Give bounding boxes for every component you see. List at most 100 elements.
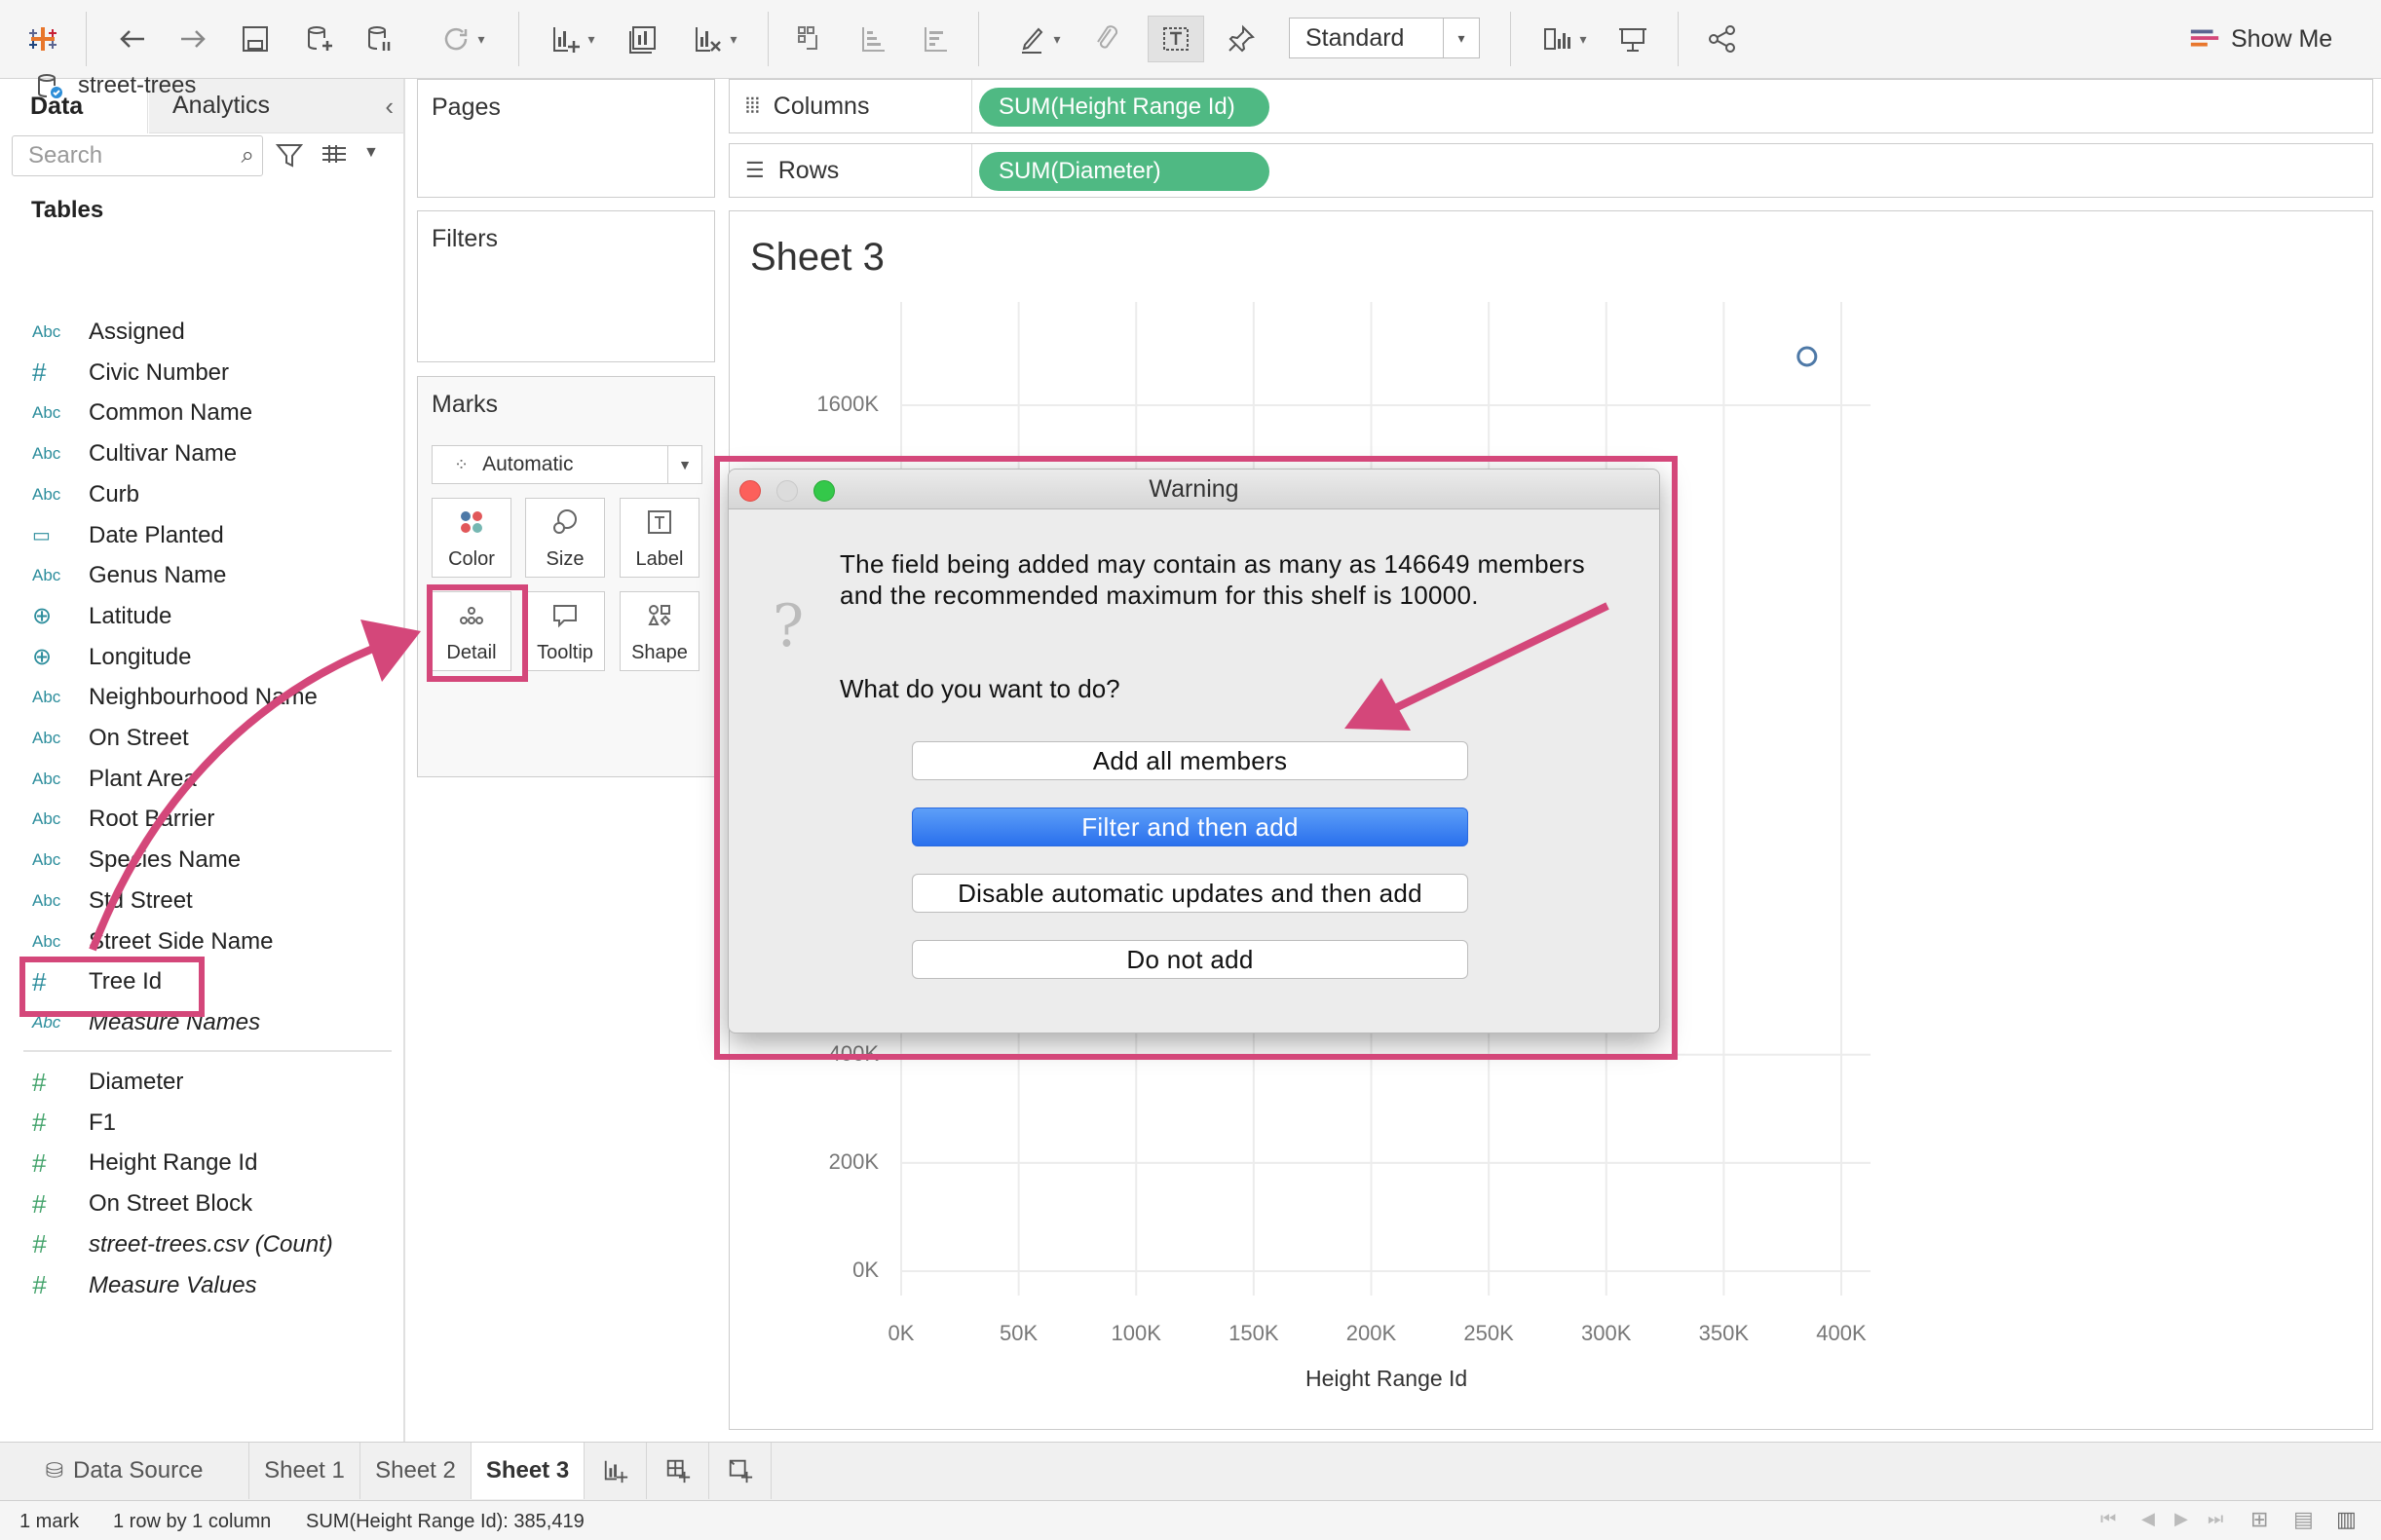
columns-pill[interactable]: SUM(Height Range Id) bbox=[979, 88, 1269, 127]
pause-updates-icon[interactable] bbox=[357, 16, 403, 62]
size-button[interactable]: Size bbox=[525, 498, 605, 578]
field-item[interactable]: Abc Cultivar Name bbox=[0, 433, 403, 474]
filmstrip-view-icon[interactable]: ▤ bbox=[2293, 1507, 2314, 1532]
sheet-title[interactable]: Sheet 3 bbox=[750, 236, 885, 280]
new-worksheet-icon[interactable]: ▾ bbox=[538, 16, 606, 62]
field-item[interactable]: Abc Root Barrier bbox=[0, 799, 403, 840]
field-item[interactable]: Abc Species Name bbox=[0, 840, 403, 881]
field-item[interactable]: # street-trees.csv (Count) bbox=[0, 1224, 403, 1265]
columns-shelf[interactable]: ⦙⦙⦙ Columns SUM(Height Range Id) bbox=[729, 79, 2373, 133]
field-item[interactable]: # On Street Block bbox=[0, 1183, 403, 1224]
share-icon[interactable] bbox=[1699, 16, 1746, 62]
tab-view-icon[interactable]: ▥ bbox=[2336, 1507, 2357, 1532]
grid-view-icon[interactable]: ⊞ bbox=[2250, 1507, 2268, 1532]
datasource-item[interactable]: street-trees bbox=[35, 65, 196, 106]
field-item[interactable]: Abc Common Name bbox=[0, 393, 403, 433]
geo-type-icon: ⊕ bbox=[32, 644, 53, 671]
sort-descending-icon[interactable] bbox=[912, 16, 959, 62]
presentation-mode-icon[interactable] bbox=[1609, 16, 1656, 62]
field-item[interactable]: # Civic Number bbox=[0, 353, 403, 394]
rows-shelf[interactable]: ☰ Rows SUM(Diameter) bbox=[729, 143, 2373, 198]
status-sum: SUM(Height Range Id): 385,419 bbox=[306, 1511, 585, 1532]
refresh-icon[interactable]: ▾ bbox=[435, 16, 489, 62]
save-icon[interactable] bbox=[232, 16, 279, 62]
columns-label-group: ⦙⦙⦙ Columns bbox=[730, 80, 972, 132]
color-icon bbox=[457, 507, 486, 543]
new-dashboard-tab-icon[interactable] bbox=[647, 1443, 709, 1499]
duplicate-sheet-icon[interactable] bbox=[620, 16, 666, 62]
number-type-icon: # bbox=[32, 1270, 47, 1299]
shape-label: Shape bbox=[631, 642, 688, 663]
field-item[interactable]: Abc Neighbourhood Name bbox=[0, 677, 403, 718]
filters-title: Filters bbox=[432, 225, 499, 252]
fix-axes-icon[interactable] bbox=[1218, 16, 1265, 62]
swap-rows-columns-icon[interactable] bbox=[787, 16, 834, 62]
field-name: Curb bbox=[89, 480, 140, 507]
field-item[interactable]: Abc On Street bbox=[0, 718, 403, 759]
tableau-logo-icon[interactable] bbox=[19, 16, 66, 62]
field-item[interactable]: Abc Curb bbox=[0, 474, 403, 515]
field-name: Root Barrier bbox=[89, 806, 215, 833]
redo-icon[interactable] bbox=[170, 16, 216, 62]
show-mark-labels-icon[interactable] bbox=[1148, 16, 1204, 62]
fit-dropdown[interactable]: Standard ▾ bbox=[1289, 18, 1480, 58]
tab-sheet-2[interactable]: Sheet 2 bbox=[360, 1443, 472, 1499]
pages-card[interactable]: Pages bbox=[417, 79, 715, 198]
field-item[interactable]: ⊕ Latitude bbox=[0, 596, 403, 637]
x-tick-label: 100K bbox=[1111, 1321, 1161, 1345]
field-item[interactable]: ▭ Date Planted bbox=[0, 515, 403, 556]
highlight-icon[interactable]: ▾ bbox=[1003, 16, 1072, 62]
show-me-button[interactable]: Show Me bbox=[2188, 18, 2332, 60]
group-members-icon[interactable] bbox=[1083, 16, 1130, 62]
last-page-icon[interactable]: ⏭ bbox=[2208, 1509, 2223, 1529]
toolbar: ▾ ▾ ▾ ▾ Standard ▾ ▾ Show Me bbox=[0, 0, 2381, 79]
rows-pill[interactable]: SUM(Diameter) bbox=[979, 152, 1269, 191]
field-item[interactable]: ⊕ Longitude bbox=[0, 637, 403, 678]
number-type-icon: # bbox=[32, 357, 47, 388]
search-input[interactable]: Search ⌕ bbox=[12, 135, 263, 176]
new-story-tab-icon[interactable] bbox=[709, 1443, 772, 1499]
mark-type-dropdown[interactable]: ⁘ Automatic ▼ bbox=[432, 445, 702, 484]
field-item[interactable]: Abc Std Street bbox=[0, 881, 403, 921]
color-button[interactable]: Color bbox=[432, 498, 511, 578]
shape-button[interactable]: Shape bbox=[620, 591, 699, 671]
sort-ascending-icon[interactable] bbox=[850, 16, 896, 62]
undo-icon[interactable] bbox=[109, 16, 156, 62]
clear-sheet-icon[interactable]: ▾ bbox=[680, 16, 748, 62]
field-item[interactable]: Abc Plant Area bbox=[0, 759, 403, 800]
label-button[interactable]: Label bbox=[620, 498, 699, 578]
size-label: Size bbox=[546, 548, 585, 570]
label-label: Label bbox=[635, 548, 684, 570]
prev-page-icon[interactable]: ◀ bbox=[2141, 1509, 2155, 1529]
string-type-icon: Abc bbox=[32, 729, 61, 747]
field-item[interactable]: # F1 bbox=[0, 1103, 403, 1144]
number-type-icon: # bbox=[32, 1229, 47, 1259]
tab-data-source[interactable]: ⛁ Data Source bbox=[0, 1443, 249, 1499]
filter-icon[interactable] bbox=[275, 141, 304, 175]
new-datasource-icon[interactable] bbox=[296, 16, 343, 62]
field-item[interactable]: Abc Genus Name bbox=[0, 555, 403, 596]
field-item[interactable]: # Measure Values bbox=[0, 1265, 403, 1306]
collapse-pane-icon[interactable]: ‹ bbox=[385, 79, 394, 133]
shape-icon bbox=[645, 601, 674, 636]
tooltip-label: Tooltip bbox=[537, 642, 593, 663]
next-page-icon[interactable]: ▶ bbox=[2174, 1509, 2188, 1529]
first-page-icon[interactable]: ⏮ bbox=[2100, 1509, 2116, 1529]
string-type-icon: Abc bbox=[32, 809, 61, 829]
view-list-icon[interactable] bbox=[320, 141, 349, 175]
data-point[interactable] bbox=[1796, 346, 1818, 367]
tooltip-button[interactable]: Tooltip bbox=[525, 591, 605, 671]
field-item[interactable]: # Height Range Id bbox=[0, 1143, 403, 1183]
database-icon: ⛁ bbox=[45, 1458, 64, 1483]
filters-card[interactable]: Filters bbox=[417, 210, 715, 362]
search-icon: ⌕ bbox=[241, 142, 254, 169]
show-cards-icon[interactable]: ▾ bbox=[1530, 16, 1598, 62]
tab-sheet-1[interactable]: Sheet 1 bbox=[249, 1443, 360, 1499]
x-axis-label[interactable]: Height Range Id bbox=[1305, 1366, 1467, 1392]
field-item[interactable]: # Diameter bbox=[0, 1062, 403, 1103]
field-name: street-trees.csv (Count) bbox=[89, 1230, 333, 1258]
chevron-down-icon[interactable]: ▼ bbox=[363, 144, 379, 162]
tab-sheet-3[interactable]: Sheet 3 bbox=[472, 1443, 585, 1499]
field-item[interactable]: Abc Assigned bbox=[0, 312, 403, 353]
new-worksheet-tab-icon[interactable] bbox=[585, 1443, 647, 1499]
